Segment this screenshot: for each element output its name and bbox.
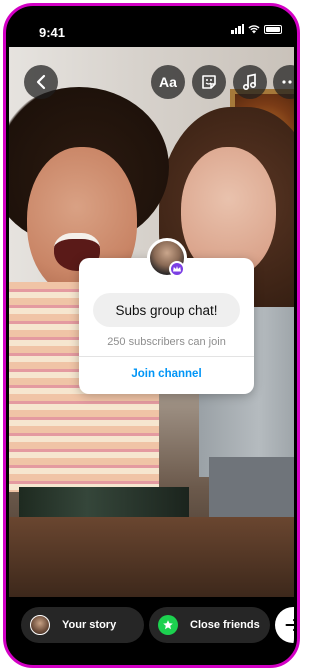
card-divider bbox=[79, 356, 254, 357]
join-channel-button[interactable]: Join channel bbox=[79, 368, 254, 380]
more-dots-icon bbox=[282, 80, 292, 84]
chevron-left-icon bbox=[36, 74, 46, 90]
user-avatar-icon bbox=[30, 615, 50, 635]
your-story-label: Your story bbox=[62, 619, 117, 631]
back-button[interactable] bbox=[24, 65, 58, 99]
status-icons bbox=[231, 24, 282, 34]
sticker-icon bbox=[202, 75, 216, 89]
story-editor-screen: 9:41 Aa Subs group chat! 250 subscribers… bbox=[9, 9, 294, 662]
text-tool-button[interactable]: Aa bbox=[151, 65, 185, 99]
channel-sticker-card[interactable]: Subs group chat! 250 subscribers can joi… bbox=[79, 258, 254, 394]
close-friends-button[interactable]: Close friends bbox=[149, 607, 270, 643]
music-note-icon bbox=[242, 73, 257, 91]
wifi-icon bbox=[248, 25, 260, 34]
channel-subscriber-count: 250 subscribers can join bbox=[107, 336, 226, 348]
music-button[interactable] bbox=[233, 65, 267, 99]
arrow-right-icon bbox=[285, 619, 294, 631]
close-friends-label: Close friends bbox=[190, 619, 260, 631]
share-next-button[interactable] bbox=[275, 607, 294, 643]
star-icon bbox=[158, 615, 178, 635]
photo-floor bbox=[9, 517, 294, 597]
your-story-button[interactable]: Your story bbox=[21, 607, 144, 643]
status-time: 9:41 bbox=[39, 25, 66, 40]
share-bar: Your story Close friends bbox=[9, 597, 294, 662]
device-frame: 9:41 Aa Subs group chat! 250 subscribers… bbox=[3, 3, 300, 668]
status-bar: 9:41 bbox=[9, 9, 294, 47]
signal-icon bbox=[231, 24, 244, 34]
sticker-button[interactable] bbox=[192, 65, 226, 99]
text-tool-label: Aa bbox=[159, 74, 177, 90]
channel-title: Subs group chat! bbox=[93, 293, 240, 327]
crown-badge-icon bbox=[169, 261, 185, 277]
battery-icon bbox=[264, 24, 282, 34]
